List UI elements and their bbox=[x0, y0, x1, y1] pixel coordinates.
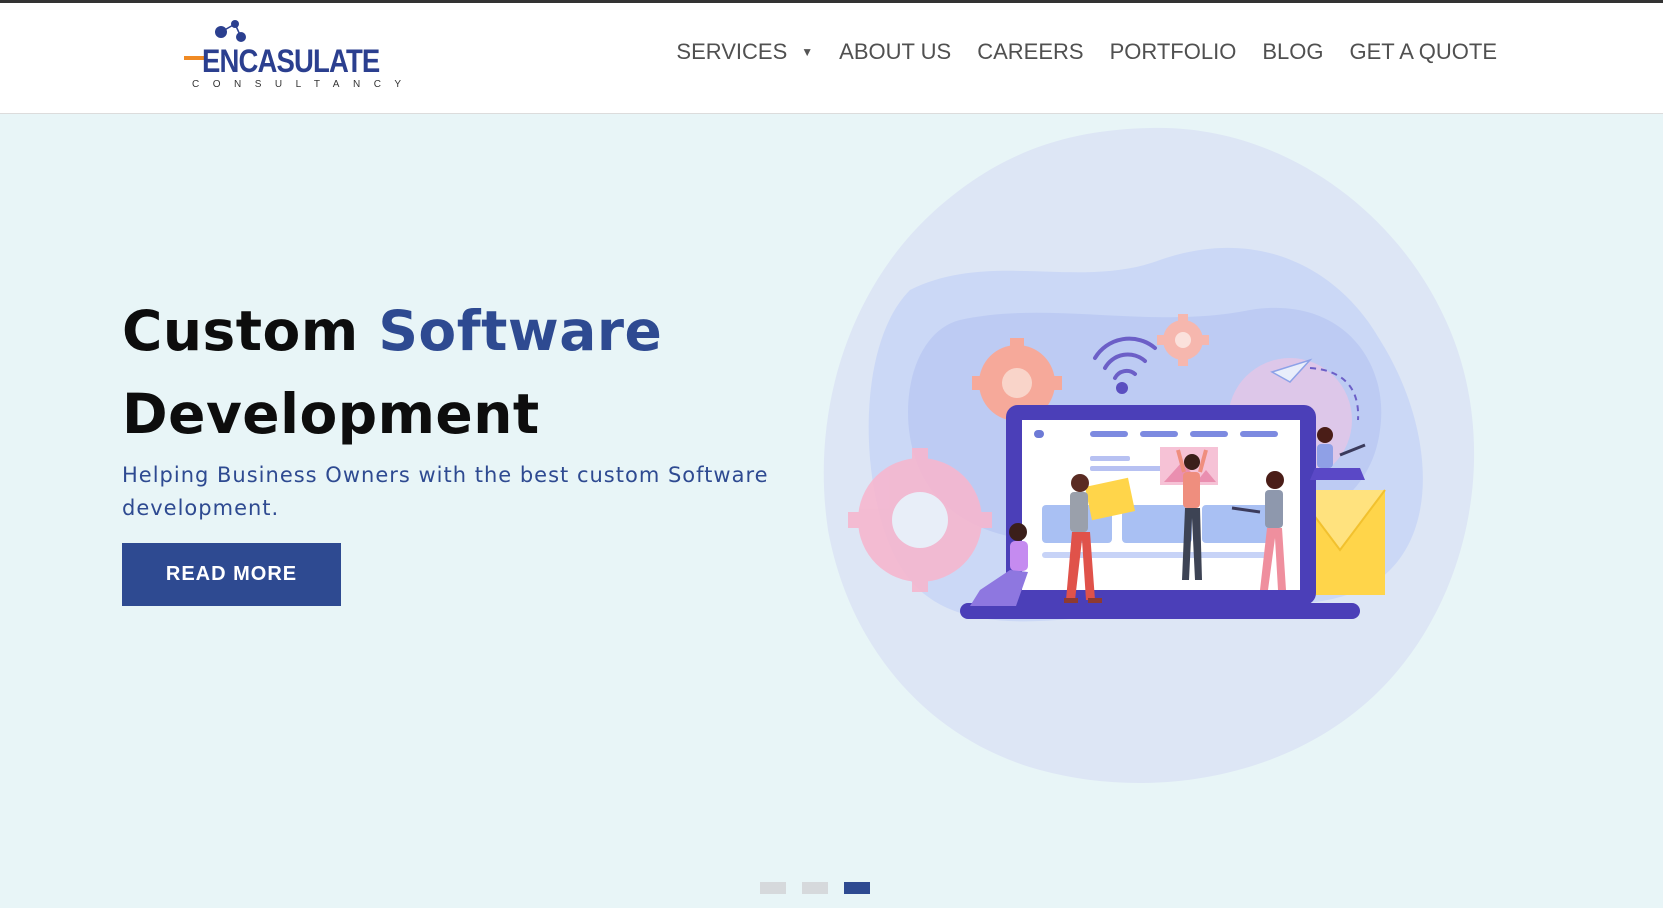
hero-subtitle: Helping Business Owners with the best cu… bbox=[122, 463, 769, 520]
hero-title-part1: Custom bbox=[122, 299, 359, 363]
logo-text: ENCASULATE bbox=[202, 43, 380, 79]
slider-dot-2[interactable] bbox=[802, 882, 828, 894]
hero-title: Custom Software Development bbox=[122, 290, 662, 456]
nav-careers[interactable]: CAREERS bbox=[977, 39, 1083, 65]
caret-down-icon: ▼ bbox=[801, 45, 814, 59]
hero-title-line2: Development bbox=[122, 382, 540, 446]
nav-services[interactable]: SERVICES ▼ bbox=[676, 39, 813, 65]
site-header: ENCASULATE CONSULTANCY SERVICES ▼ ABOUT … bbox=[0, 3, 1663, 114]
nav-about-us[interactable]: ABOUT US bbox=[839, 39, 951, 65]
laptop-teamwork-illustration bbox=[823, 127, 1475, 784]
nav-portfolio[interactable]: PORTFOLIO bbox=[1110, 39, 1237, 65]
nav-services-label: SERVICES bbox=[676, 39, 788, 64]
slider-pagination bbox=[760, 882, 886, 894]
logo[interactable]: ENCASULATE CONSULTANCY bbox=[184, 17, 401, 97]
nav-blog[interactable]: BLOG bbox=[1262, 39, 1323, 65]
hero-title-accent: Software bbox=[378, 299, 663, 363]
main-nav: SERVICES ▼ ABOUT US CAREERS PORTFOLIO BL… bbox=[676, 39, 1497, 65]
nav-get-a-quote[interactable]: GET A QUOTE bbox=[1349, 39, 1497, 65]
logo-subtext: CONSULTANCY bbox=[192, 79, 415, 90]
slider-dot-1[interactable] bbox=[760, 882, 786, 894]
slider-dot-3[interactable] bbox=[844, 882, 870, 894]
read-more-button[interactable]: READ MORE bbox=[122, 543, 341, 606]
